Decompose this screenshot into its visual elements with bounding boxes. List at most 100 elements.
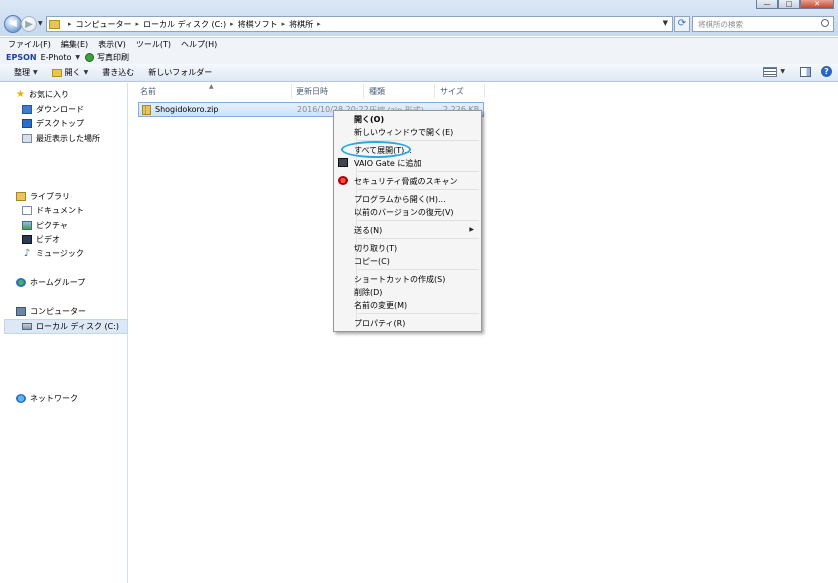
- column-divider[interactable]: [434, 84, 435, 98]
- epson-photo-button[interactable]: E-Photo: [41, 53, 72, 62]
- forward-button[interactable]: ▶: [21, 16, 37, 32]
- nav-item-computer[interactable]: コンピューター: [16, 306, 86, 317]
- nav-item-downloads[interactable]: ダウンロード: [22, 104, 84, 115]
- file-name: Shogidokoro.zip: [155, 105, 219, 114]
- breadcrumb-separator[interactable]: ▸: [230, 20, 234, 28]
- nav-label: ライブラリ: [30, 192, 70, 201]
- zip-folder-icon: [142, 104, 151, 115]
- chevron-down-icon: ▼: [83, 69, 89, 76]
- chevron-down-icon[interactable]: ▼: [75, 54, 80, 61]
- computer-icon: [16, 307, 26, 316]
- highlight-ring: [341, 141, 411, 158]
- column-header-type[interactable]: 種類: [369, 86, 385, 97]
- breadcrumb-separator[interactable]: ▸: [68, 20, 72, 28]
- menu-item-rename[interactable]: 名前の変更(M): [354, 300, 407, 311]
- address-dropdown-icon[interactable]: ▼: [663, 19, 668, 27]
- nav-item-videos[interactable]: ビデオ: [22, 234, 60, 245]
- chevron-down-icon[interactable]: ▼: [780, 68, 785, 75]
- menu-item-create-shortcut[interactable]: ショートカットの作成(S): [354, 274, 445, 285]
- hard-disk-icon: [22, 323, 32, 330]
- menu-item-restore-previous[interactable]: 以前のバージョンの復元(V): [354, 207, 454, 218]
- menu-item-copy[interactable]: コピー(C): [354, 256, 390, 267]
- column-header-size[interactable]: サイズ: [440, 86, 464, 97]
- nav-item-local-disk[interactable]: ローカル ディスク (C:): [22, 321, 119, 332]
- menu-view[interactable]: 表示(V): [98, 39, 126, 50]
- breadcrumb-shogi-soft[interactable]: 将棋ソフト: [238, 19, 278, 30]
- maximize-button[interactable]: □: [778, 0, 800, 9]
- open-button[interactable]: 開く ▼: [51, 67, 89, 78]
- column-divider[interactable]: [484, 84, 485, 98]
- homegroup-icon: [16, 278, 26, 287]
- column-divider[interactable]: [363, 84, 364, 98]
- menu-item-cut[interactable]: 切り取り(T): [354, 243, 397, 254]
- photo-print-button[interactable]: 写真印刷: [97, 52, 129, 63]
- documents-icon: [22, 206, 32, 215]
- nav-item-pictures[interactable]: ピクチャ: [22, 220, 68, 231]
- menu-tools[interactable]: ツール(T): [136, 39, 171, 50]
- breadcrumb-separator[interactable]: ▸: [317, 20, 321, 28]
- menu-help[interactable]: ヘルプ(H): [181, 39, 217, 50]
- download-folder-icon: [22, 105, 32, 114]
- refresh-button[interactable]: ⟳: [674, 16, 690, 32]
- open-label: 開く: [64, 68, 81, 77]
- nav-item-recent[interactable]: 最近表示した場所: [22, 133, 100, 144]
- address-bar[interactable]: ▸ コンピューター ▸ ローカル ディスク (C:) ▸ 将棋ソフト ▸ 将棋所…: [46, 16, 673, 32]
- file-list: 名前 ▲ 更新日時 種類 サイズ Shogidokoro.zip 2016/10…: [129, 83, 838, 583]
- command-toolbar: 整理 ▼ 開く ▼ 書き込む 新しいフォルダー ▼ ?: [0, 64, 838, 82]
- menu-item-vaio-gate[interactable]: VAIO Gate に追加: [354, 158, 421, 169]
- nav-item-music[interactable]: ♪ ミュージック: [22, 248, 84, 259]
- window-controls: — □ ✕: [756, 0, 834, 10]
- open-folder-icon: [51, 68, 62, 77]
- breadcrumb-computer[interactable]: コンピューター: [76, 19, 132, 30]
- change-view-icon[interactable]: [763, 66, 778, 77]
- preview-pane-icon[interactable]: [800, 66, 811, 77]
- menu-item-open[interactable]: 開く(O): [354, 114, 384, 125]
- nav-label: ホームグループ: [30, 278, 86, 287]
- menu-item-send-to[interactable]: 送る(N): [354, 225, 382, 236]
- nav-item-homegroup[interactable]: ホームグループ: [16, 277, 85, 288]
- recent-pages-dropdown[interactable]: ▼: [38, 20, 43, 27]
- new-folder-button[interactable]: 新しいフォルダー: [148, 67, 212, 78]
- folder-icon: [49, 19, 60, 29]
- column-divider[interactable]: [291, 84, 292, 98]
- column-header-name[interactable]: 名前: [140, 86, 156, 97]
- search-input[interactable]: 将棋所の検索: [692, 16, 834, 32]
- nav-label: ミュージック: [36, 249, 84, 258]
- sort-ascending-icon: ▲: [209, 83, 214, 90]
- menu-separator: [358, 313, 479, 314]
- search-placeholder: 将棋所の検索: [698, 19, 743, 29]
- nav-item-documents[interactable]: ドキュメント: [22, 205, 84, 216]
- organize-button[interactable]: 整理 ▼: [14, 67, 38, 78]
- search-icon[interactable]: [821, 19, 829, 27]
- breadcrumb-local-disk[interactable]: ローカル ディスク (C:): [143, 19, 226, 30]
- nav-label: ドキュメント: [36, 206, 84, 215]
- breadcrumb-separator[interactable]: ▸: [282, 20, 286, 28]
- menu-file[interactable]: ファイル(F): [8, 39, 51, 50]
- nav-item-libraries[interactable]: ライブラリ: [16, 191, 70, 202]
- toolbar-right: ▼ ?: [763, 66, 832, 77]
- back-button[interactable]: ◀: [4, 15, 22, 33]
- menu-item-delete[interactable]: 削除(D): [354, 287, 382, 298]
- vaio-gate-icon: [338, 158, 348, 167]
- breadcrumb-separator[interactable]: ▸: [136, 20, 140, 28]
- minimize-button[interactable]: —: [756, 0, 778, 9]
- nav-label: デスクトップ: [36, 119, 84, 128]
- help-icon[interactable]: ?: [821, 66, 832, 77]
- security-scan-icon: [338, 176, 348, 185]
- menu-item-properties[interactable]: プロパティ(R): [354, 318, 405, 329]
- nav-item-network[interactable]: ネットワーク: [16, 393, 78, 404]
- close-button[interactable]: ✕: [800, 0, 834, 9]
- chevron-down-icon: ▼: [33, 69, 38, 76]
- menu-bar: ファイル(F) 編集(E) 表示(V) ツール(T) ヘルプ(H): [0, 37, 838, 50]
- nav-item-favorites[interactable]: ★ お気に入り: [16, 89, 69, 100]
- burn-button[interactable]: 書き込む: [102, 67, 134, 78]
- menu-edit[interactable]: 編集(E): [61, 39, 88, 50]
- nav-item-desktop[interactable]: デスクトップ: [22, 118, 84, 129]
- video-icon: [22, 235, 32, 244]
- nav-label: ピクチャ: [36, 221, 68, 230]
- menu-item-security-scan[interactable]: セキュリティ脅威のスキャン: [354, 176, 458, 187]
- menu-item-open-new-window[interactable]: 新しいウィンドウで開く(E): [354, 127, 453, 138]
- menu-item-open-with[interactable]: プログラムから開く(H)...: [354, 194, 446, 205]
- breadcrumb-shogidokoro[interactable]: 将棋所: [289, 19, 313, 30]
- column-header-date[interactable]: 更新日時: [296, 86, 328, 97]
